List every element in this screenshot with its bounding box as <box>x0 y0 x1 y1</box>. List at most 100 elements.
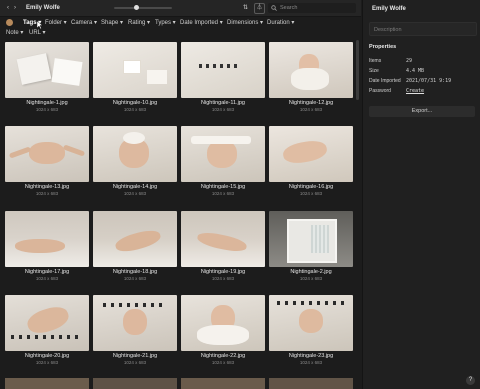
file-dimensions: 1024 x 683 <box>123 360 147 365</box>
filter-icon[interactable]: ⏃ <box>254 3 265 14</box>
thumbnail-image <box>93 126 177 182</box>
file-name: Nightingale-16.jpg <box>288 184 334 190</box>
mouse-cursor-icon <box>37 21 43 29</box>
search-icon <box>271 5 277 11</box>
file-name: Nightingale-11.jpg <box>201 100 245 106</box>
file-dimensions: 1024 x 683 <box>35 191 59 196</box>
grid-item[interactable]: Nightingale-22.jpg 1024 x 683 <box>179 293 267 378</box>
grid-item[interactable]: Nightingale-16.jpg 1024 x 683 <box>267 124 355 209</box>
thumbnail-image-partial[interactable] <box>93 378 177 389</box>
file-name: Nightingale-20.jpg <box>24 353 70 359</box>
file-dimensions: 1024 x 683 <box>123 191 147 196</box>
file-name: Nightingale-13.jpg <box>24 184 70 190</box>
thumbnail-image-partial[interactable] <box>269 378 353 389</box>
thumbnail-image-partial[interactable] <box>181 378 265 389</box>
file-name: Nightingale-1.jpg <box>26 100 68 106</box>
grid-item[interactable]: Nightingale-20.jpg 1024 x 683 <box>3 293 91 378</box>
grid-item[interactable]: Nightingale-12.jpg 1024 x 683 <box>267 40 355 125</box>
file-name: Nightingale-10.jpg <box>112 100 158 106</box>
filter-date-imported[interactable]: Date Imported ▾ <box>180 19 223 27</box>
prop-date-value: 2021/07/31 9:19 <box>406 78 452 84</box>
file-name: Nightingale-21.jpg <box>112 353 158 359</box>
back-button[interactable]: ‹ <box>7 0 9 16</box>
grid-item[interactable]: Nightingale-2.jpg 1024 x 683 <box>267 209 355 294</box>
prop-items-value: 29 <box>406 58 413 64</box>
thumbnail-image <box>93 295 177 351</box>
filter-dimensions[interactable]: Dimensions ▾ <box>227 19 263 27</box>
filter-types[interactable]: Types ▾ <box>155 19 176 27</box>
file-name: Nightingale-2.jpg <box>290 269 332 275</box>
file-dimensions: 1024 x 683 <box>123 276 147 281</box>
file-dimensions: 1024 x 683 <box>35 107 59 112</box>
grid-item[interactable]: Nightingale-11.jpg 1024 x 683 <box>179 40 267 125</box>
sort-icon[interactable]: ⇅ <box>243 0 248 16</box>
description-field[interactable]: Description <box>369 22 477 36</box>
grid-item[interactable]: Nightingale-23.jpg 1024 x 683 <box>267 293 355 378</box>
filter-rating[interactable]: Rating ▾ <box>128 19 150 27</box>
thumbnail-image <box>5 295 89 351</box>
forward-button[interactable]: › <box>14 0 16 16</box>
search-input[interactable]: Search <box>268 3 356 13</box>
create-password-link[interactable]: Create <box>406 88 424 94</box>
file-name: Nightingale-18.jpg <box>112 269 158 275</box>
filter-duration[interactable]: Duration ▾ <box>267 19 294 27</box>
toolbar: ‹ › Emily Wolfe ⇅ ⏃ Search <box>0 0 361 17</box>
thumbnail-image <box>269 126 353 182</box>
thumbnail-image <box>181 295 265 351</box>
file-dimensions: 1024 x 683 <box>299 191 323 196</box>
panel-title: Emily Wolfe <box>372 6 406 12</box>
file-name: Nightingale-15.jpg <box>200 184 246 190</box>
grid-item[interactable]: Nightingale-17.jpg 1024 x 683 <box>3 209 91 294</box>
file-dimensions: 1024 x 683 <box>211 276 235 281</box>
prop-date-label: Date Imported <box>369 78 401 84</box>
thumbnail-image <box>181 126 265 182</box>
grid-item[interactable]: Nightingale-13.jpg 1024 x 683 <box>3 124 91 209</box>
tag-color-icon[interactable] <box>6 19 13 26</box>
file-dimensions: 1024 x 683 <box>211 107 235 112</box>
file-name: Nightingale-22.jpg <box>200 353 246 359</box>
zoom-slider-thumb[interactable] <box>134 5 139 10</box>
properties-heading: Properties <box>369 44 397 50</box>
thumbnail-image <box>181 42 265 98</box>
file-dimensions: 1024 x 683 <box>35 360 59 365</box>
file-name: Nightingale-14.jpg <box>112 184 158 190</box>
help-button[interactable]: ? <box>466 376 475 385</box>
export-button[interactable]: Export... <box>369 106 475 117</box>
file-dimensions: 1024 x 683 <box>299 360 323 365</box>
thumbnail-image <box>269 42 353 98</box>
thumbnail-image <box>269 211 353 267</box>
inspector-panel: Emily Wolfe Description Properties Items… <box>362 0 480 389</box>
thumbnail-image <box>93 42 177 98</box>
scrollbar[interactable] <box>356 40 359 100</box>
grid-item[interactable]: Nightingale-1.jpg 1024 x 683 <box>3 40 91 125</box>
grid-item[interactable]: Nightingale-10.jpg 1024 x 683 <box>91 40 179 125</box>
thumbnail-image <box>269 295 353 351</box>
file-dimensions: 1024 x 683 <box>35 276 59 281</box>
filter-folder[interactable]: Folder ▾ <box>45 19 67 27</box>
file-dimensions: 1024 x 683 <box>299 107 323 112</box>
file-dimensions: 1024 x 683 <box>123 107 147 112</box>
filter-camera[interactable]: Camera ▾ <box>71 19 97 27</box>
thumbnail-image <box>93 211 177 267</box>
grid-item[interactable]: Nightingale-15.jpg 1024 x 683 <box>179 124 267 209</box>
prop-size-value: 4.4 MB <box>406 68 425 74</box>
filter-note[interactable]: Note ▾ <box>6 29 23 37</box>
zoom-slider[interactable] <box>114 5 172 10</box>
filter-bar: Tags ▾ Folder ▾ Camera ▾ Shape ▾ Rating … <box>0 16 361 38</box>
file-name: Nightingale-12.jpg <box>288 100 334 106</box>
filter-url[interactable]: URL ▾ <box>29 29 45 37</box>
grid-item[interactable]: Nightingale-18.jpg 1024 x 683 <box>91 209 179 294</box>
file-dimensions: 1024 x 683 <box>299 276 323 281</box>
grid-item[interactable]: Nightingale-21.jpg 1024 x 683 <box>91 293 179 378</box>
thumbnail-image <box>181 211 265 267</box>
file-name: Nightingale-23.jpg <box>288 353 334 359</box>
thumbnail-image-partial[interactable] <box>5 378 89 389</box>
window-title: Emily Wolfe <box>26 5 60 11</box>
filter-shape[interactable]: Shape ▾ <box>101 19 123 27</box>
thumbnail-image <box>5 211 89 267</box>
grid-item[interactable]: Nightingale-14.jpg 1024 x 683 <box>91 124 179 209</box>
thumbnail-image <box>5 42 89 98</box>
main-area: ‹ › Emily Wolfe ⇅ ⏃ Search Tags ▾ Folder… <box>0 0 361 389</box>
grid-item[interactable]: Nightingale-19.jpg 1024 x 683 <box>179 209 267 294</box>
prop-password-label: Password <box>369 88 391 94</box>
